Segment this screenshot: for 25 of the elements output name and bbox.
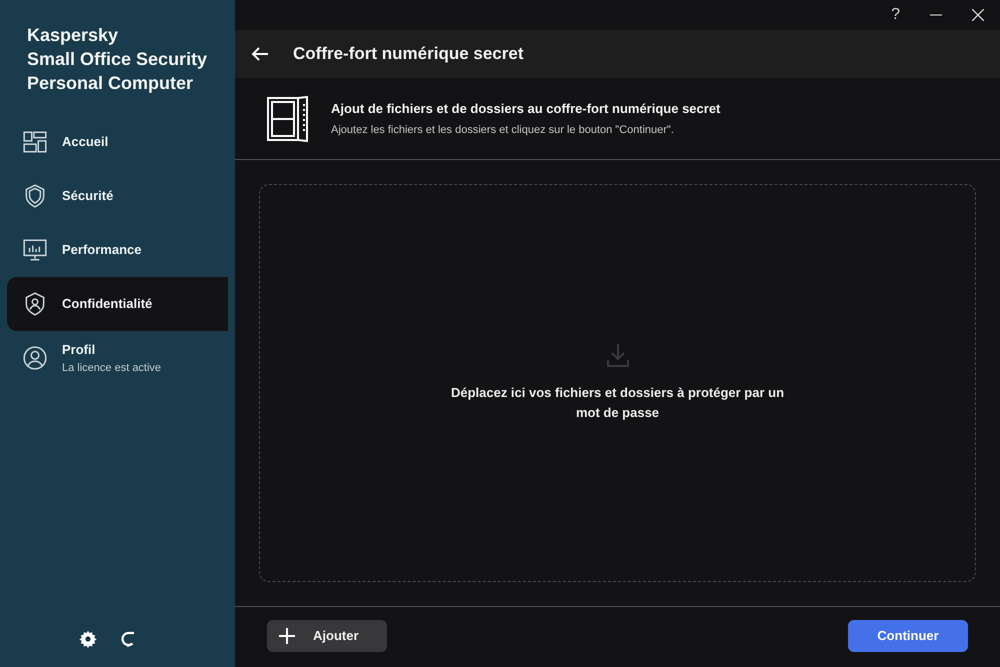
app-title: Kaspersky Small Office Security Personal Computer <box>26 24 208 95</box>
nav-item[interactable]: Profil La licence est active <box>7 331 228 385</box>
support-icon[interactable] <box>118 630 136 648</box>
help-button[interactable]: ? <box>891 3 900 27</box>
drop-zone[interactable]: Déplacez ici vos fichiers et dossiers à protéger par un mot de passe <box>259 184 976 582</box>
intro-title: Ajout de fichiers et de dossiers au coffre-fort numérique secret <box>331 100 720 118</box>
intro-description: Ajoutez les fichiers et les dossiers et cliquez sur le bouton "Continuer". <box>331 123 675 138</box>
add-button[interactable]: Ajouter <box>267 620 387 652</box>
dashboard-icon <box>22 129 48 155</box>
settings-icon[interactable] <box>78 630 96 648</box>
back-arrow-icon[interactable] <box>251 47 269 61</box>
monitor-chart-icon <box>22 237 48 263</box>
nav-item[interactable]: Confidentialité <box>7 277 228 331</box>
nav-item[interactable]: Accueil <box>7 115 228 169</box>
download-icon <box>606 343 628 367</box>
user-circle-icon <box>22 345 48 371</box>
license-status: La licence est active <box>62 360 162 376</box>
drop-zone-text: Déplacez ici vos fichiers et dossiers à protéger par un mot de passe <box>450 384 786 422</box>
continue-button[interactable]: Continuer <box>848 620 968 652</box>
nav-item[interactable]: Sécurité <box>7 169 228 223</box>
minimize-icon[interactable] <box>930 14 942 16</box>
close-icon[interactable] <box>972 9 984 21</box>
nav-item[interactable]: Performance <box>7 223 228 277</box>
page-title: Coffre-fort numérique secret <box>293 43 524 66</box>
plus-icon <box>279 628 295 644</box>
